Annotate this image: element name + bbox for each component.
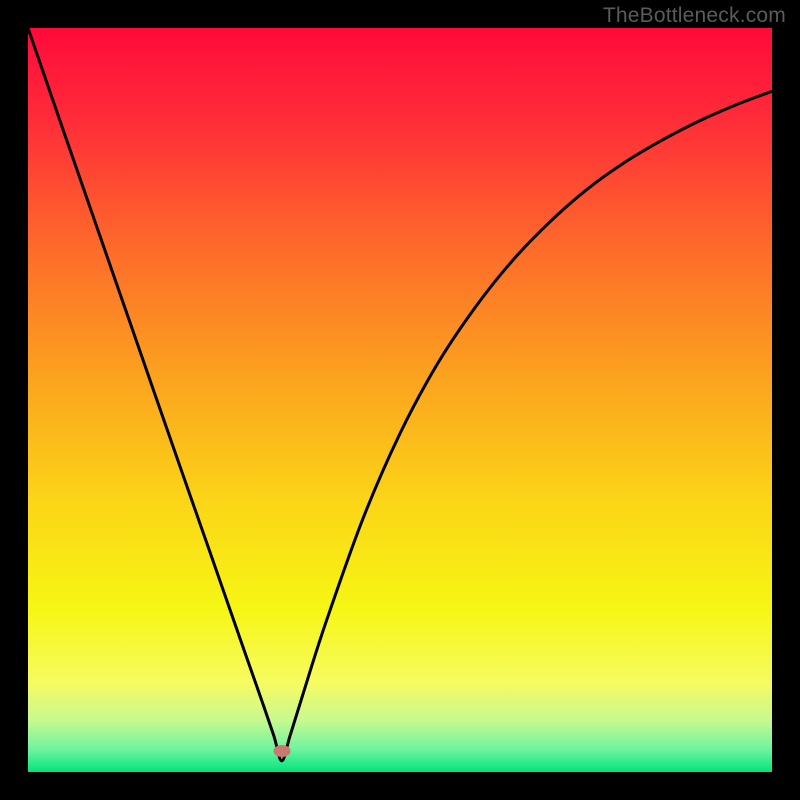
plot-area (28, 28, 772, 772)
curve-layer (28, 28, 772, 772)
watermark-text: TheBottleneck.com (603, 4, 786, 28)
optimum-marker (273, 745, 290, 757)
bottleneck-curve (28, 28, 772, 761)
